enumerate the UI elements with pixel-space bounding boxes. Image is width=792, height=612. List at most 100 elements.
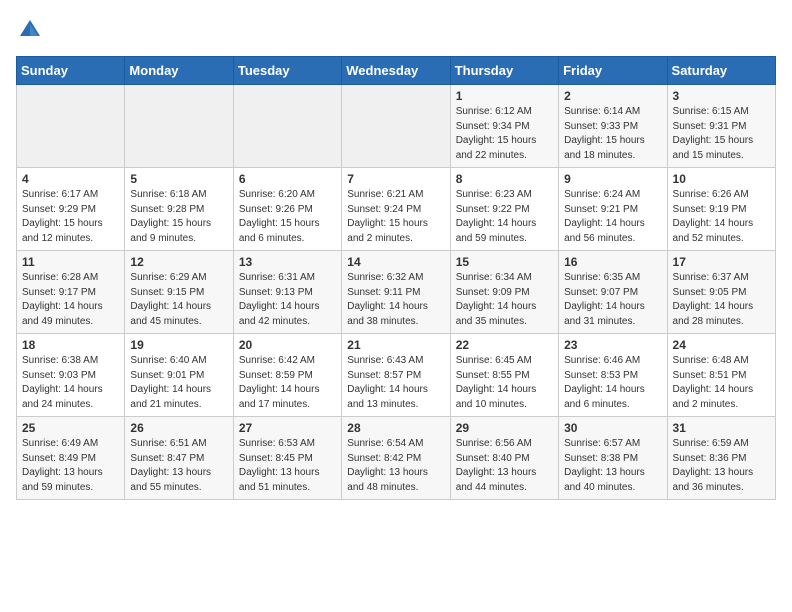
day-number: 21 — [347, 338, 444, 352]
day-header-wednesday: Wednesday — [342, 57, 450, 85]
calendar-cell: 9 Sunrise: 6:24 AMSunset: 9:21 PMDaylight… — [559, 168, 667, 251]
day-number: 17 — [673, 255, 770, 269]
day-info: Sunrise: 6:31 AMSunset: 9:13 PMDaylight:… — [239, 271, 336, 329]
day-info: Sunrise: 6:35 AMSunset: 9:07 PMDaylight:… — [564, 271, 661, 329]
day-info: Sunrise: 6:38 AMSunset: 9:03 PMDaylight:… — [22, 354, 119, 412]
day-header-thursday: Thursday — [450, 57, 558, 85]
day-number: 12 — [130, 255, 227, 269]
day-number: 1 — [456, 89, 553, 103]
calendar-cell — [125, 85, 233, 168]
day-info: Sunrise: 6:21 AMSunset: 9:24 PMDaylight:… — [347, 188, 444, 246]
calendar-cell: 21Sunrise: 6:43 AMSunset: 8:57 PMDayligh… — [342, 334, 450, 417]
calendar-cell: 31 Sunrise: 6:59 AMSunset: 8:36 PMDayligh… — [667, 417, 775, 500]
day-number: 31 — [673, 421, 770, 435]
day-info: Sunrise: 6:49 AMSunset: 8:49 PMDaylight:… — [22, 437, 119, 495]
day-number: 9 — [564, 172, 661, 186]
calendar-cell: 3 Sunrise: 6:15 AMSunset: 9:31 PMDaylight… — [667, 85, 775, 168]
day-number: 16 — [564, 255, 661, 269]
day-info: Sunrise: 6:23 AMSunset: 9:22 PMDaylight:… — [456, 188, 553, 246]
day-info: Sunrise: 6:28 AMSunset: 9:17 PMDaylight:… — [22, 271, 119, 329]
day-number: 5 — [130, 172, 227, 186]
calendar-cell: 13 Sunrise: 6:31 AMSunset: 9:13 PMDayligh… — [233, 251, 341, 334]
calendar-cell: 12 Sunrise: 6:29 AMSunset: 9:15 PMDayligh… — [125, 251, 233, 334]
day-number: 22 — [456, 338, 553, 352]
day-info: Sunrise: 6:53 AMSunset: 8:45 PMDaylight:… — [239, 437, 336, 495]
calendar-cell: 29 Sunrise: 6:56 AMSunset: 8:40 PMDayligh… — [450, 417, 558, 500]
day-number: 3 — [673, 89, 770, 103]
day-header-sunday: Sunday — [17, 57, 125, 85]
day-header-friday: Friday — [559, 57, 667, 85]
calendar-cell: 24Sunrise: 6:48 AMSunset: 8:51 PMDayligh… — [667, 334, 775, 417]
day-info: Sunrise: 6:20 AMSunset: 9:26 PMDaylight:… — [239, 188, 336, 246]
calendar-cell — [233, 85, 341, 168]
day-info: Sunrise: 6:34 AMSunset: 9:09 PMDaylight:… — [456, 271, 553, 329]
day-number: 25 — [22, 421, 119, 435]
day-info: Sunrise: 6:12 AMSunset: 9:34 PMDaylight:… — [456, 105, 553, 163]
day-info: Sunrise: 6:46 AMSunset: 8:53 PMDaylight:… — [564, 354, 661, 412]
calendar-cell: 22 Sunrise: 6:45 AMSunset: 8:55 PMDayligh… — [450, 334, 558, 417]
calendar-cell: 18 Sunrise: 6:38 AMSunset: 9:03 PMDayligh… — [17, 334, 125, 417]
calendar-cell: 15 Sunrise: 6:34 AMSunset: 9:09 PMDayligh… — [450, 251, 558, 334]
day-number: 2 — [564, 89, 661, 103]
calendar-cell: 16 Sunrise: 6:35 AMSunset: 9:07 PMDayligh… — [559, 251, 667, 334]
day-info: Sunrise: 6:24 AMSunset: 9:21 PMDaylight:… — [564, 188, 661, 246]
calendar-cell: 5Sunrise: 6:18 AMSunset: 9:28 PMDaylight… — [125, 168, 233, 251]
calendar-cell — [342, 85, 450, 168]
day-info: Sunrise: 6:57 AMSunset: 8:38 PMDaylight:… — [564, 437, 661, 495]
day-number: 26 — [130, 421, 227, 435]
day-number: 20 — [239, 338, 336, 352]
calendar-table: SundayMondayTuesdayWednesdayThursdayFrid… — [16, 56, 776, 500]
day-number: 13 — [239, 255, 336, 269]
day-header-tuesday: Tuesday — [233, 57, 341, 85]
day-number: 27 — [239, 421, 336, 435]
day-number: 11 — [22, 255, 119, 269]
calendar-cell: 6 Sunrise: 6:20 AMSunset: 9:26 PMDaylight… — [233, 168, 341, 251]
calendar-cell: 10 Sunrise: 6:26 AMSunset: 9:19 PMDayligh… — [667, 168, 775, 251]
calendar-cell: 27 Sunrise: 6:53 AMSunset: 8:45 PMDayligh… — [233, 417, 341, 500]
calendar-cell: 8 Sunrise: 6:23 AMSunset: 9:22 PMDaylight… — [450, 168, 558, 251]
day-info: Sunrise: 6:45 AMSunset: 8:55 PMDaylight:… — [456, 354, 553, 412]
calendar-cell: 2 Sunrise: 6:14 AMSunset: 9:33 PMDaylight… — [559, 85, 667, 168]
day-number: 15 — [456, 255, 553, 269]
day-number: 6 — [239, 172, 336, 186]
day-header-monday: Monday — [125, 57, 233, 85]
calendar-cell: 7 Sunrise: 6:21 AMSunset: 9:24 PMDaylight… — [342, 168, 450, 251]
day-number: 4 — [22, 172, 119, 186]
calendar-cell: 25 Sunrise: 6:49 AMSunset: 8:49 PMDayligh… — [17, 417, 125, 500]
calendar-cell: 14 Sunrise: 6:32 AMSunset: 9:11 PMDayligh… — [342, 251, 450, 334]
day-header-saturday: Saturday — [667, 57, 775, 85]
calendar-cell — [17, 85, 125, 168]
day-number: 8 — [456, 172, 553, 186]
day-number: 14 — [347, 255, 444, 269]
day-number: 28 — [347, 421, 444, 435]
calendar-cell: 20Sunrise: 6:42 AMSunset: 8:59 PMDayligh… — [233, 334, 341, 417]
day-info: Sunrise: 6:56 AMSunset: 8:40 PMDaylight:… — [456, 437, 553, 495]
day-info: Sunrise: 6:26 AMSunset: 9:19 PMDaylight:… — [673, 188, 770, 246]
logo — [16, 16, 46, 44]
day-info: Sunrise: 6:54 AMSunset: 8:42 PMDaylight:… — [347, 437, 444, 495]
day-info: Sunrise: 6:32 AMSunset: 9:11 PMDaylight:… — [347, 271, 444, 329]
calendar-cell: 11 Sunrise: 6:28 AMSunset: 9:17 PMDayligh… — [17, 251, 125, 334]
day-info: Sunrise: 6:17 AMSunset: 9:29 PMDaylight:… — [22, 188, 119, 246]
calendar-cell: 28 Sunrise: 6:54 AMSunset: 8:42 PMDayligh… — [342, 417, 450, 500]
day-number: 7 — [347, 172, 444, 186]
day-number: 10 — [673, 172, 770, 186]
day-number: 30 — [564, 421, 661, 435]
calendar-cell: 23 Sunrise: 6:46 AMSunset: 8:53 PMDayligh… — [559, 334, 667, 417]
day-number: 23 — [564, 338, 661, 352]
logo-icon — [16, 16, 44, 44]
day-info: Sunrise: 6:15 AMSunset: 9:31 PMDaylight:… — [673, 105, 770, 163]
calendar-cell: 26 Sunrise: 6:51 AMSunset: 8:47 PMDayligh… — [125, 417, 233, 500]
day-info: Sunrise: 6:37 AMSunset: 9:05 PMDaylight:… — [673, 271, 770, 329]
day-number: 29 — [456, 421, 553, 435]
calendar-cell: 30 Sunrise: 6:57 AMSunset: 8:38 PMDayligh… — [559, 417, 667, 500]
calendar-cell: 1 Sunrise: 6:12 AMSunset: 9:34 PMDaylight… — [450, 85, 558, 168]
calendar-cell: 17 Sunrise: 6:37 AMSunset: 9:05 PMDayligh… — [667, 251, 775, 334]
day-info: Sunrise: 6:29 AMSunset: 9:15 PMDaylight:… — [130, 271, 227, 329]
day-number: 18 — [22, 338, 119, 352]
day-info: Sunrise: 6:59 AMSunset: 8:36 PMDaylight:… — [673, 437, 770, 495]
day-info: Sunrise: 6:48 AMSunset: 8:51 PMDaylight:… — [673, 354, 770, 412]
day-info: Sunrise: 6:40 AMSunset: 9:01 PMDaylight:… — [130, 354, 227, 412]
day-info: Sunrise: 6:14 AMSunset: 9:33 PMDaylight:… — [564, 105, 661, 163]
day-info: Sunrise: 6:51 AMSunset: 8:47 PMDaylight:… — [130, 437, 227, 495]
